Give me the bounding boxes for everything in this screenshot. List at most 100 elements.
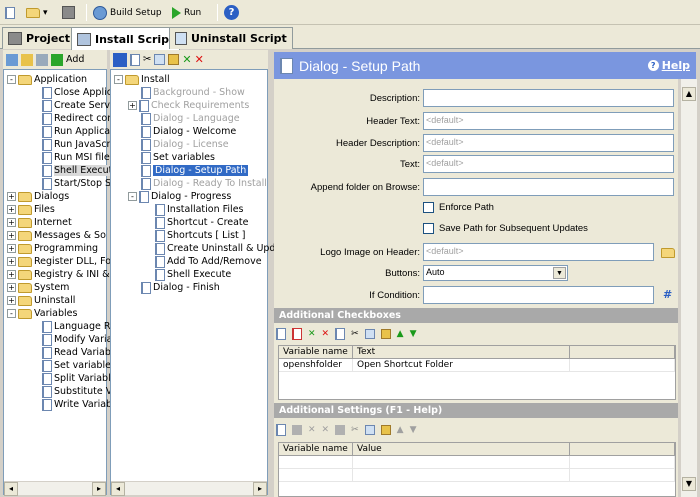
scroll-up-icon[interactable]: ▲ <box>682 87 696 101</box>
tab-install-script[interactable]: Install Script <box>71 27 181 50</box>
tree-item[interactable]: Substitute Va <box>29 385 117 398</box>
tree-icon[interactable] <box>6 53 18 66</box>
move-up-icon[interactable]: ▲ <box>397 329 404 339</box>
add-label[interactable]: Add <box>66 54 84 65</box>
expand-icon[interactable]: + <box>7 231 16 240</box>
tree-item[interactable]: Run JavaScr <box>29 138 110 151</box>
delete-setting-icon[interactable]: ✕ <box>322 425 330 435</box>
expand-icon[interactable]: + <box>7 244 16 253</box>
expand-icon[interactable]: + <box>7 218 16 227</box>
edit-setting-icon[interactable] <box>292 425 302 435</box>
form-vscrollbar[interactable]: ▲ ▼ <box>680 79 697 497</box>
tab-uninstall-script[interactable]: Uninstall Script <box>169 27 293 49</box>
tree-item[interactable]: Run MSI file <box>29 151 110 164</box>
save-button[interactable] <box>62 3 75 22</box>
if-condition-input[interactable] <box>423 286 654 304</box>
tree-item[interactable]: - Application <box>7 73 87 86</box>
collapse-icon[interactable] <box>21 53 33 66</box>
tree-item[interactable]: + Check Requirements <box>128 99 249 112</box>
tree-item[interactable]: Shortcuts [ List ] <box>142 229 246 242</box>
tree-item[interactable]: + Dialogs <box>7 190 69 203</box>
column-value[interactable]: Value <box>353 443 570 455</box>
save-path-checkbox[interactable]: Save Path for Subsequent Updates <box>423 223 588 234</box>
tree-item[interactable]: Background - Show <box>128 86 245 99</box>
move-down-icon[interactable]: ▼ <box>410 425 417 435</box>
edit-row-icon[interactable] <box>292 328 302 340</box>
tree-item[interactable]: - Install <box>114 73 170 86</box>
tree-item[interactable]: + Uninstall <box>7 294 75 307</box>
expand-icon[interactable]: + <box>7 192 16 201</box>
expand-icon[interactable]: + <box>7 296 16 305</box>
run-button[interactable]: Run <box>172 3 201 22</box>
cut-row-icon[interactable]: ✂ <box>351 329 359 339</box>
tree-item[interactable]: Write Variabl <box>29 398 115 411</box>
copy-setting-icon[interactable] <box>335 425 346 435</box>
tab-project[interactable]: Project <box>2 27 77 49</box>
tree-item[interactable]: Dialog - Setup Path <box>128 164 249 177</box>
buttons-select[interactable]: Auto ▼ <box>423 265 568 281</box>
new-setting-icon[interactable] <box>276 424 286 436</box>
scroll-down-icon[interactable]: ▼ <box>682 477 696 491</box>
paste-icon[interactable] <box>168 54 180 65</box>
expand-icon[interactable]: + <box>7 257 16 266</box>
tree-item[interactable]: + Internet <box>7 216 72 229</box>
add-icon[interactable] <box>51 53 63 66</box>
enforce-path-checkbox[interactable]: Enforce Path <box>423 202 494 213</box>
enable-row-icon[interactable]: ✕ <box>308 329 316 339</box>
tree-item[interactable]: Dialog - Language <box>128 112 240 125</box>
collapse-icon[interactable]: - <box>128 192 137 201</box>
help-link[interactable]: ? Help <box>647 59 690 72</box>
header-description-input[interactable]: <default> <box>423 134 674 152</box>
delete-icon[interactable]: ✕ <box>195 53 204 66</box>
checkbox-box[interactable] <box>423 223 434 234</box>
new-item-icon[interactable] <box>130 53 140 66</box>
tree-item[interactable]: Create Uninstall & Upd <box>142 242 275 255</box>
back-icon[interactable] <box>113 52 127 67</box>
cut-icon[interactable]: ✂ <box>143 54 151 65</box>
tree-item[interactable]: Dialog - Finish <box>128 281 220 294</box>
checkbox-box[interactable] <box>423 202 434 213</box>
tree-item[interactable]: Modify Varial <box>29 333 115 346</box>
tree-item[interactable]: Dialog - Ready To Install <box>128 177 267 190</box>
expand-icon[interactable]: + <box>7 205 16 214</box>
tree-item[interactable]: - Variables <box>7 307 77 320</box>
tree-item[interactable]: Shortcut - Create <box>142 216 249 229</box>
delete-row-icon[interactable]: ✕ <box>322 329 330 339</box>
copy-icon[interactable] <box>154 54 166 65</box>
paste-setting-icon[interactable] <box>380 425 391 435</box>
tree-item[interactable]: + Registry & INI & <box>7 268 109 281</box>
tree-item[interactable]: Create Servic <box>29 99 118 112</box>
tree-item[interactable]: Redirect con <box>29 112 113 125</box>
paste-row-icon[interactable] <box>380 329 391 339</box>
open-button[interactable]: ▾ <box>26 3 48 22</box>
move-down-icon[interactable]: ▼ <box>410 329 417 339</box>
tree-item[interactable]: Shell Execute <box>29 164 119 177</box>
cut-setting-icon[interactable]: ✂ <box>351 425 359 435</box>
variables-hash-button[interactable]: # <box>663 288 672 301</box>
column-variable-name[interactable]: Variable name <box>279 443 353 455</box>
new-row-icon[interactable] <box>276 328 286 340</box>
help-button[interactable]: ? <box>224 3 239 22</box>
duplicate-setting-icon[interactable] <box>364 425 375 435</box>
column-variable-name[interactable]: Variable name <box>279 346 353 358</box>
description-input[interactable] <box>423 89 674 107</box>
tree-item[interactable]: Installation Files <box>142 203 243 216</box>
middle-hscrollbar[interactable]: ◂ ▸ <box>111 481 267 496</box>
tree-item[interactable]: Dialog - Welcome <box>128 125 236 138</box>
tree-item[interactable]: + Files <box>7 203 55 216</box>
tree-item[interactable]: Close Applic <box>29 86 112 99</box>
collapse-icon[interactable]: - <box>7 75 16 84</box>
header-text-input[interactable]: <default> <box>423 112 674 130</box>
build-setup-button[interactable]: Build Setup <box>93 3 162 22</box>
tree-item[interactable]: + Register DLL, Fo <box>7 255 111 268</box>
enable-setting-icon[interactable]: ✕ <box>308 425 316 435</box>
expand-icon[interactable]: + <box>7 270 16 279</box>
copy-row-icon[interactable] <box>335 328 346 340</box>
new-project-button[interactable] <box>5 3 15 22</box>
browse-folder-icon[interactable] <box>661 248 675 258</box>
expand-icon[interactable]: + <box>128 101 137 110</box>
expand-icon[interactable] <box>36 53 48 66</box>
append-folder-input[interactable] <box>423 178 674 196</box>
tree-item[interactable]: + System <box>7 281 69 294</box>
column-text[interactable]: Text <box>353 346 570 358</box>
